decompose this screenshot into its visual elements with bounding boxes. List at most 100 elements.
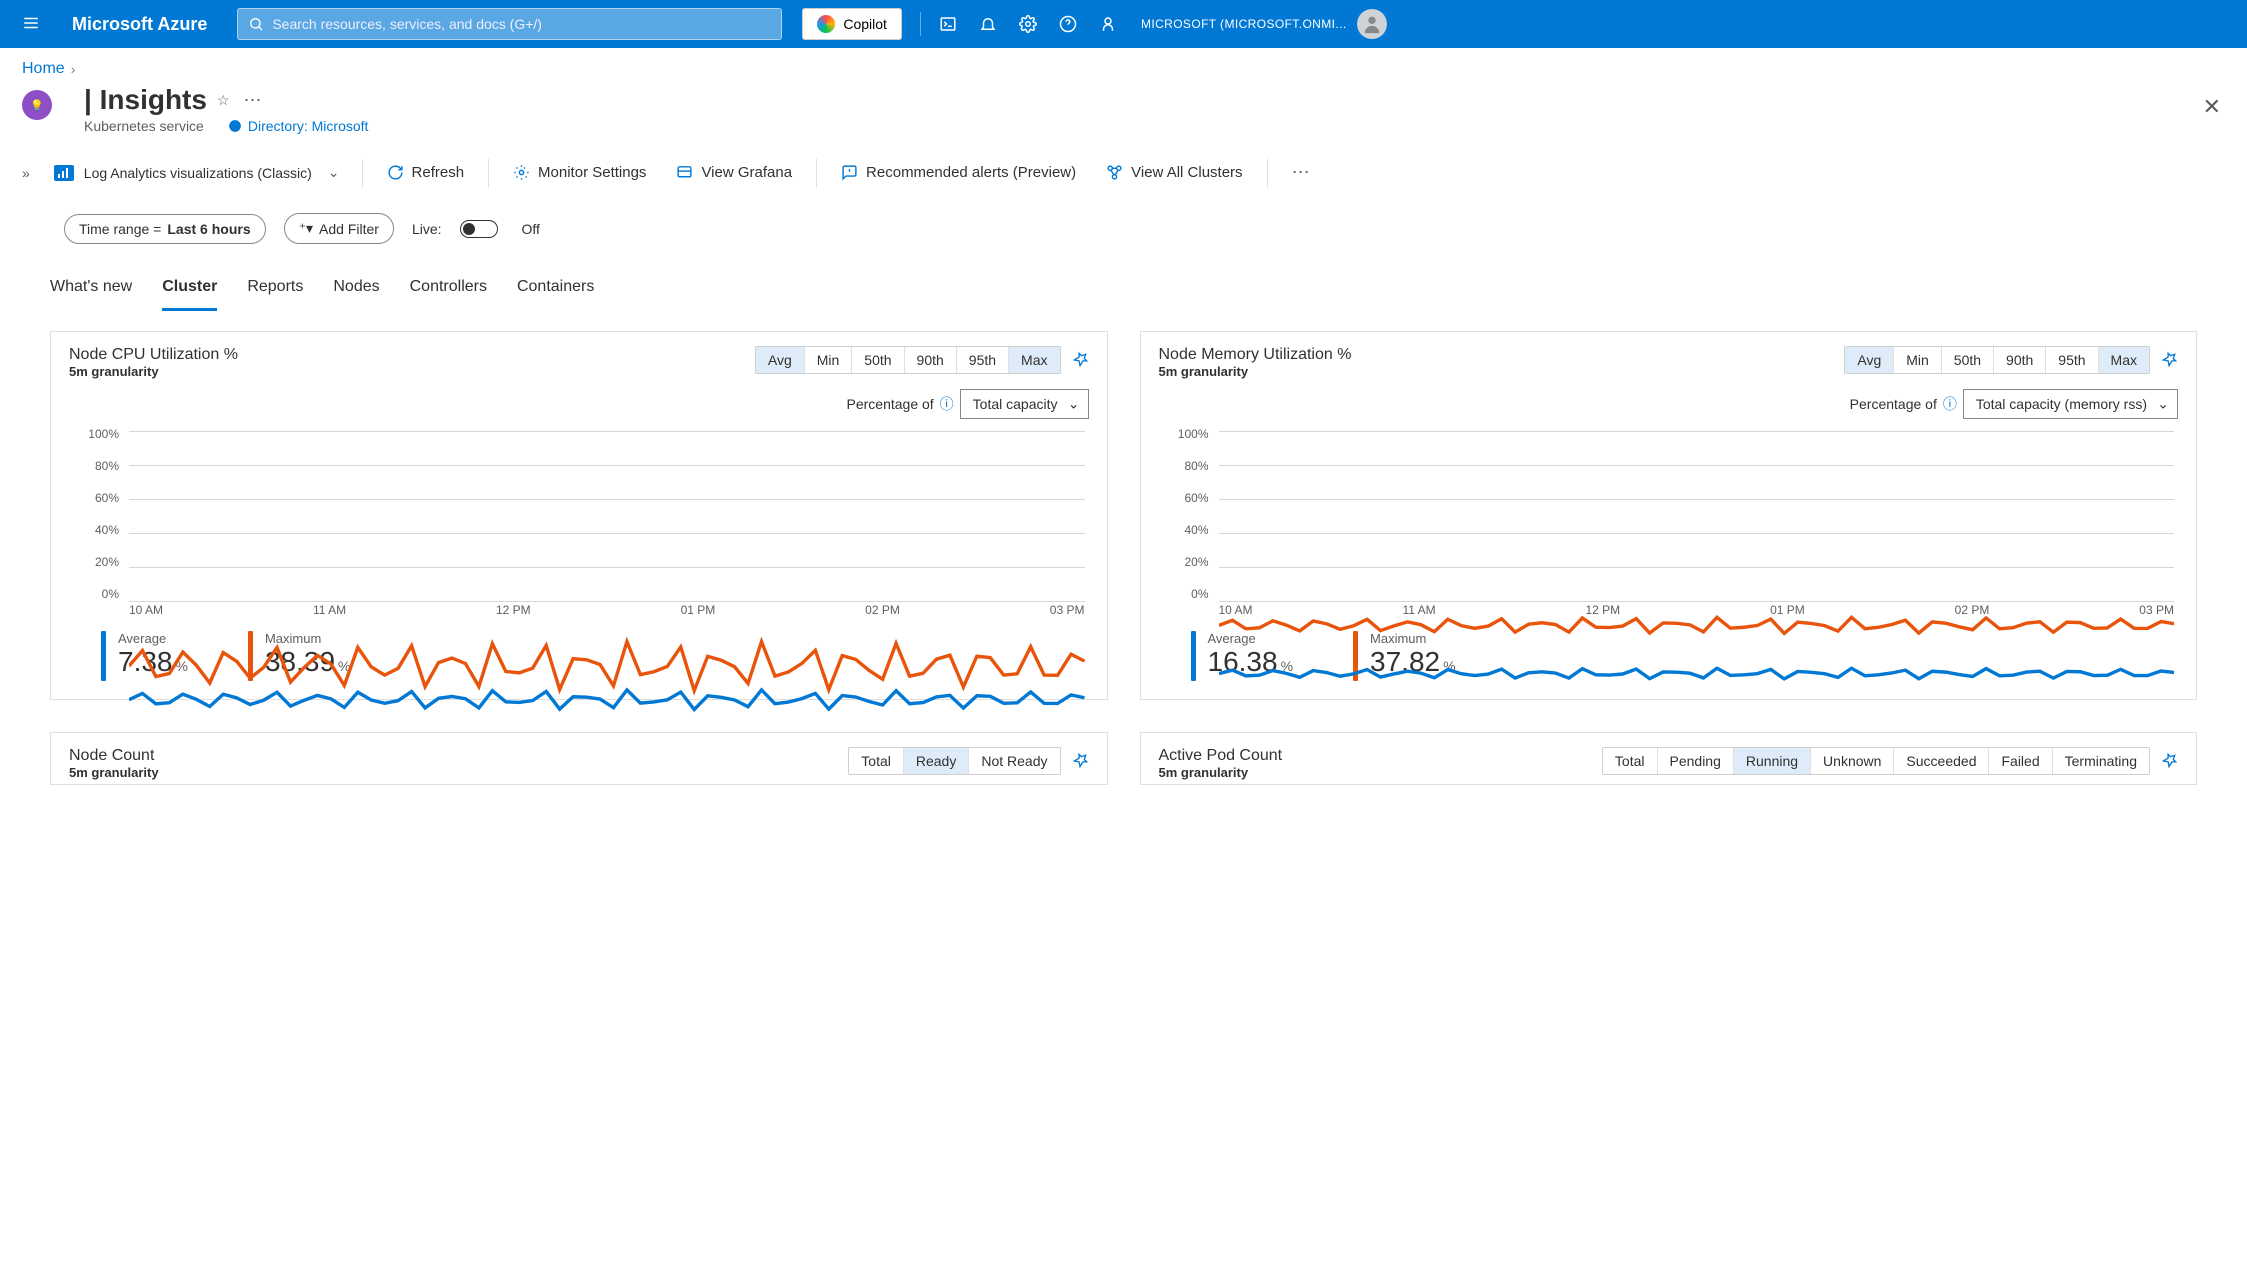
tab-nodes[interactable]: Nodes — [333, 272, 379, 311]
x-tick: 11 AM — [313, 603, 346, 617]
pin-icon[interactable] — [2162, 351, 2178, 370]
seg-50th[interactable]: 50th — [852, 347, 904, 373]
copilot-button[interactable]: Copilot — [802, 8, 902, 40]
seg-not-ready[interactable]: Not Ready — [969, 748, 1059, 774]
seg-avg[interactable]: Avg — [756, 347, 805, 373]
x-tick: 12 PM — [1585, 603, 1620, 617]
seg-min[interactable]: Min — [1894, 347, 1942, 373]
y-tick: 60% — [1159, 491, 1209, 505]
seg-90th[interactable]: 90th — [1994, 347, 2046, 373]
add-filter-icon: ⁺▾ — [299, 220, 313, 237]
pin-icon[interactable] — [1073, 351, 1089, 370]
seg-pending[interactable]: Pending — [1658, 748, 1734, 774]
view-all-clusters-button[interactable]: View All Clusters — [1092, 158, 1256, 187]
hamburger-menu[interactable] — [8, 4, 54, 45]
recommended-alerts-label: Recommended alerts (Preview) — [866, 164, 1076, 181]
seg-90th[interactable]: 90th — [905, 347, 957, 373]
seg-total[interactable]: Total — [849, 748, 904, 774]
seg-min[interactable]: Min — [805, 347, 853, 373]
y-tick: 40% — [1159, 523, 1209, 537]
mem-capacity-select[interactable]: Total capacity (memory rss) ⌄ — [1963, 389, 2178, 419]
tenant-label[interactable]: MICROSOFT (MICROSOFT.ONMI... — [1141, 17, 1347, 31]
pin-icon[interactable] — [1073, 752, 1089, 771]
seg-95th[interactable]: 95th — [957, 347, 1009, 373]
time-range-key: Time range = — [79, 221, 161, 237]
toolbar-more-icon[interactable]: ⋯ — [1278, 156, 1326, 189]
mem-chart: 100%80%60%40%20%0% 10 AM11 AM12 PM01 PM0… — [1159, 427, 2179, 617]
live-toggle[interactable] — [460, 220, 498, 238]
settings-icon[interactable] — [1009, 5, 1047, 43]
directory-link[interactable]: Directory: Microsoft — [228, 118, 369, 134]
global-search[interactable] — [237, 8, 782, 40]
seg-max[interactable]: Max — [2099, 347, 2149, 373]
resource-type-label: Kubernetes service — [84, 118, 204, 134]
page-header: 💡 | Insights ☆ ⋯ Kubernetes service Dire… — [0, 82, 2247, 138]
pin-icon[interactable] — [2162, 752, 2178, 771]
copilot-icon — [817, 15, 835, 33]
notifications-icon[interactable] — [969, 5, 1007, 43]
tab-reports[interactable]: Reports — [247, 272, 303, 311]
favorite-star-icon[interactable]: ☆ — [217, 92, 230, 109]
add-filter-pill[interactable]: ⁺▾ Add Filter — [284, 213, 394, 244]
y-tick: 80% — [1159, 459, 1209, 473]
close-icon[interactable]: ✕ — [2199, 90, 2225, 124]
percentage-of-label: Percentage of — [847, 396, 934, 412]
cpu-aggregation-selector: AvgMin50th90th95thMax — [755, 346, 1061, 374]
seg-total[interactable]: Total — [1603, 748, 1658, 774]
feedback-icon[interactable] — [1089, 5, 1127, 43]
seg-succeeded[interactable]: Succeeded — [1894, 748, 1989, 774]
tab-cluster[interactable]: Cluster — [162, 272, 217, 311]
brand-label[interactable]: Microsoft Azure — [54, 14, 237, 35]
more-icon[interactable]: ⋯ — [240, 90, 268, 111]
tab-controllers[interactable]: Controllers — [410, 272, 487, 311]
seg-running[interactable]: Running — [1734, 748, 1811, 774]
tab-what-s-new[interactable]: What's new — [50, 272, 132, 311]
monitor-settings-label: Monitor Settings — [538, 164, 646, 181]
x-tick: 02 PM — [1955, 603, 1990, 617]
seg-terminating[interactable]: Terminating — [2053, 748, 2149, 774]
alert-icon — [841, 164, 858, 181]
refresh-icon — [387, 164, 404, 181]
live-off-label: Off — [522, 221, 540, 237]
tab-containers[interactable]: Containers — [517, 272, 594, 311]
seg-ready[interactable]: Ready — [904, 748, 969, 774]
search-input[interactable] — [272, 16, 771, 32]
filter-bar: Time range = Last 6 hours ⁺▾ Add Filter … — [0, 199, 2247, 258]
info-icon — [228, 119, 242, 133]
insights-icon: 💡 — [22, 90, 58, 126]
seg-95th[interactable]: 95th — [2046, 347, 2098, 373]
help-icon[interactable] — [1049, 5, 1087, 43]
y-tick: 80% — [69, 459, 119, 473]
monitor-settings-button[interactable]: Monitor Settings — [499, 158, 660, 187]
refresh-button[interactable]: Refresh — [373, 158, 479, 187]
recommended-alerts-button[interactable]: Recommended alerts (Preview) — [827, 158, 1090, 187]
visualization-selector[interactable]: Log Analytics visualizations (Classic) ⌄ — [42, 160, 352, 185]
expand-sidebar-icon[interactable]: » — [12, 159, 40, 187]
seg-50th[interactable]: 50th — [1942, 347, 1994, 373]
breadcrumb-home[interactable]: Home — [22, 60, 65, 78]
node-count-selector: TotalReadyNot Ready — [848, 747, 1060, 775]
y-tick: 100% — [69, 427, 119, 441]
seg-max[interactable]: Max — [1009, 347, 1059, 373]
percentage-of-label: Percentage of — [1850, 396, 1937, 412]
card-subtitle: 5m granularity — [69, 364, 238, 379]
card-memory-utilization: Node Memory Utilization % 5m granularity… — [1140, 331, 2198, 700]
avatar[interactable] — [1357, 9, 1387, 39]
mem-aggregation-selector: AvgMin50th90th95thMax — [1844, 346, 2150, 374]
visualization-label: Log Analytics visualizations (Classic) — [84, 165, 312, 181]
seg-unknown[interactable]: Unknown — [1811, 748, 1894, 774]
view-grafana-button[interactable]: View Grafana — [662, 158, 806, 187]
info-icon[interactable]: ⓘ — [940, 394, 954, 414]
x-tick: 12 PM — [496, 603, 531, 617]
gear-icon — [513, 164, 530, 181]
time-range-pill[interactable]: Time range = Last 6 hours — [64, 214, 266, 244]
card-subtitle: 5m granularity — [1159, 364, 1352, 379]
view-grafana-label: View Grafana — [701, 164, 792, 181]
card-subtitle: 5m granularity — [69, 765, 159, 780]
seg-failed[interactable]: Failed — [1989, 748, 2052, 774]
cloud-shell-icon[interactable] — [929, 5, 967, 43]
cpu-capacity-select[interactable]: Total capacity ⌄ — [960, 389, 1089, 419]
info-icon[interactable]: ⓘ — [1943, 394, 1957, 414]
seg-avg[interactable]: Avg — [1845, 347, 1894, 373]
card-title: Active Pod Count — [1159, 747, 1283, 765]
